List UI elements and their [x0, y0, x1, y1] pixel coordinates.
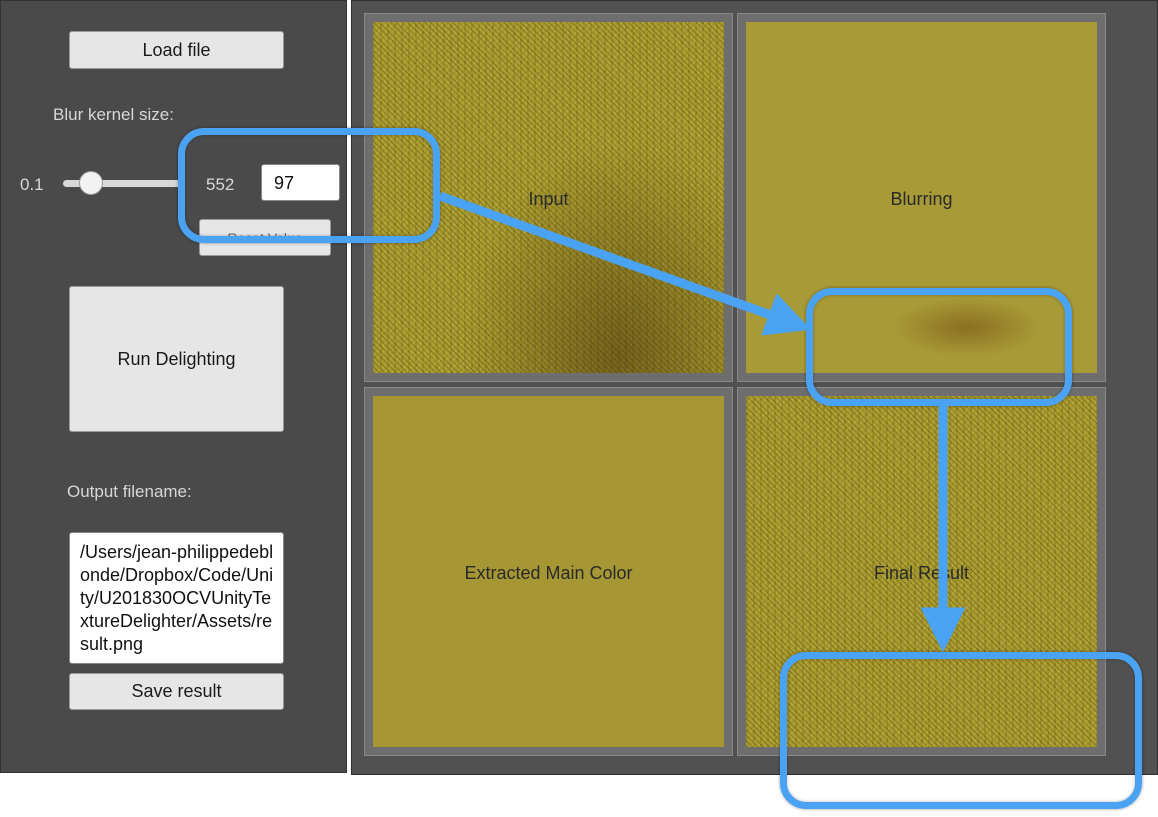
annotation-arrows	[438, 191, 966, 653]
arrow-to-blur	[438, 191, 812, 336]
